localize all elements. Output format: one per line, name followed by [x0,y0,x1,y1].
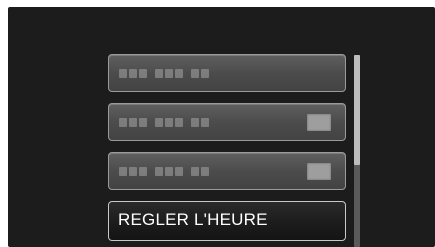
menu-item-label: REGLER L'HEURE [118,210,268,229]
camera-screen: REGLER L'HEURE [8,7,435,247]
menu-item-placeholder-text [119,68,217,79]
menu-item-value-icon [307,114,331,131]
menu-item-value-icon [307,163,331,180]
menu-item-2[interactable] [108,103,346,141]
menu-item-1[interactable] [108,54,346,92]
menu-item-regler-heure[interactable]: REGLER L'HEURE [108,201,346,241]
menu-item-placeholder-text [119,166,217,177]
scrollbar[interactable] [354,55,360,247]
menu-item-3[interactable] [108,152,346,190]
scrollbar-thumb[interactable] [354,55,360,165]
menu-item-placeholder-text [119,117,217,128]
